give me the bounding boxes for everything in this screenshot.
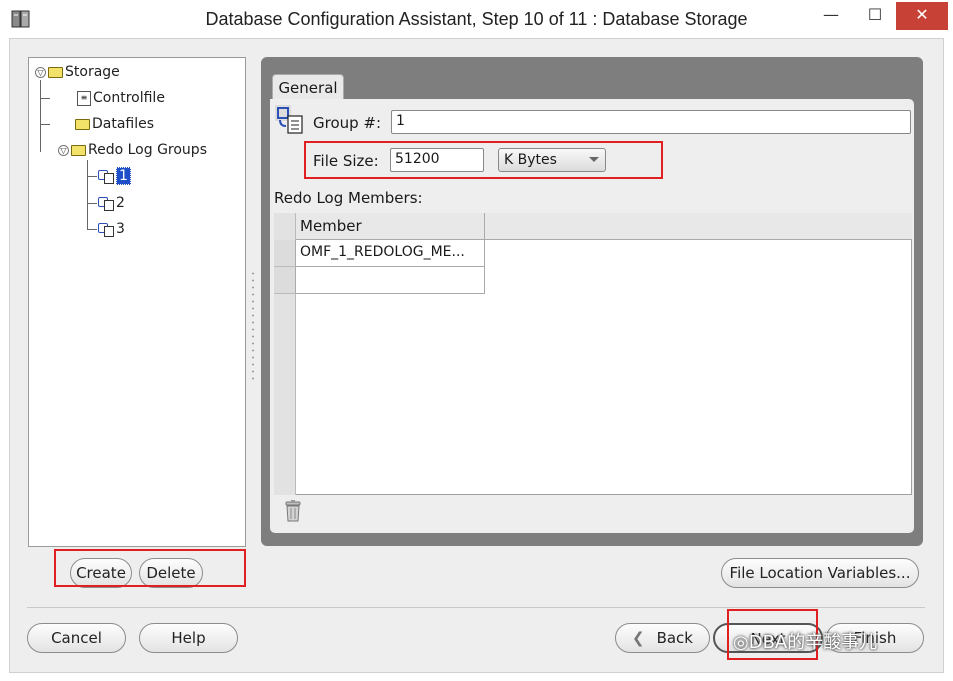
collapse-icon[interactable]: ▽ (58, 144, 69, 156)
help-button[interactable]: Help (139, 623, 238, 653)
group-number-field[interactable]: 1 (391, 110, 911, 134)
highlight-box-file-size (304, 141, 663, 179)
redo-log-icon (98, 169, 114, 184)
tree-connector (87, 203, 97, 204)
trash-icon[interactable] (284, 499, 302, 523)
tree-item-redo-group-3[interactable]: 3 (98, 216, 125, 242)
minimize-button[interactable]: — (808, 2, 854, 30)
redo-log-group-icon (274, 104, 308, 136)
file-location-variables-button[interactable]: File Location Variables... (721, 558, 919, 588)
table-cell-member[interactable] (296, 267, 485, 294)
folder-icon (48, 66, 63, 78)
splitter-handle[interactable] (251, 270, 255, 380)
back-button[interactable]: ❮ Back (615, 623, 710, 653)
tree-item-redo-log-groups[interactable]: ▽ Redo Log Groups (58, 137, 207, 163)
tree-item-storage[interactable]: ▽ Storage (35, 59, 120, 85)
cancel-button[interactable]: Cancel (27, 623, 126, 653)
tree-item-label: Datafiles (92, 116, 155, 132)
tree-item-redo-group-1[interactable]: 1 (98, 163, 131, 189)
row-header[interactable] (274, 240, 296, 267)
tree-item-label: 2 (116, 195, 125, 211)
tree-item-redo-group-2[interactable]: 2 (98, 190, 125, 216)
group-number-label: Group #: (313, 114, 382, 132)
tab-general[interactable]: General (272, 74, 344, 102)
divider (27, 607, 925, 608)
back-button-label: Back (656, 629, 693, 647)
controlfile-icon: ≡ (77, 90, 91, 106)
table-cell-member[interactable]: OMF_1_REDOLOG_ME... (296, 240, 485, 267)
tree-item-label: Redo Log Groups (88, 142, 207, 158)
close-button[interactable]: ✕ (896, 2, 948, 30)
tree-connector (40, 98, 50, 99)
watermark-text: ◎DBA的辛酸事儿 (733, 628, 877, 654)
tree-item-label: Storage (65, 64, 120, 80)
tree-item-datafiles[interactable]: Datafiles (75, 111, 154, 137)
wechat-icon: ◎ (733, 632, 749, 653)
collapse-icon[interactable]: ▽ (35, 66, 46, 78)
tree-connector (40, 80, 41, 152)
folder-icon (75, 118, 90, 130)
redo-log-icon (98, 196, 114, 211)
redo-log-members-title: Redo Log Members: (274, 189, 423, 207)
row-header[interactable] (274, 267, 296, 294)
chevron-left-icon: ❮ (632, 629, 645, 647)
storage-tree[interactable]: ▽ Storage ≡ Controlfile Datafiles ▽ Redo Lo… (28, 57, 246, 547)
tree-item-controlfile[interactable]: ≡ Controlfile (77, 85, 165, 111)
folder-icon (71, 144, 86, 156)
tree-connector (87, 229, 97, 230)
tree-connector (40, 124, 50, 125)
tree-item-label: 3 (116, 221, 125, 237)
column-header-member[interactable]: Member (296, 213, 485, 240)
tree-item-label: 1 (116, 167, 131, 185)
highlight-box-create-delete (54, 549, 246, 587)
tree-item-label: Controlfile (93, 90, 165, 106)
watermark-label: DBA的辛酸事儿 (748, 632, 878, 653)
tree-connector (87, 160, 88, 230)
redo-log-icon (98, 222, 114, 237)
maximize-button[interactable]: ☐ (852, 2, 898, 30)
tree-connector (87, 176, 97, 177)
